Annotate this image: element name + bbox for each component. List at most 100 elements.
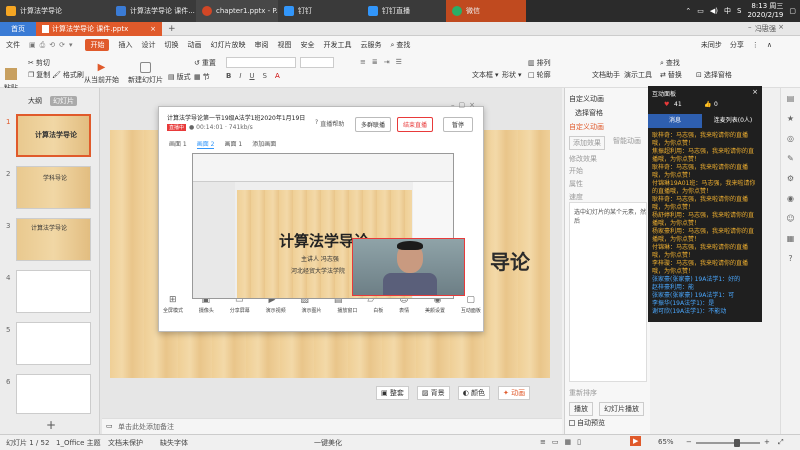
shape-button[interactable]: 形状 ▾ [502,70,522,80]
sorter-view-icon[interactable]: ▦ [565,438,578,446]
from-current-button[interactable]: ▶ 从当前开始 [84,62,119,85]
style-icon[interactable]: ✎ [787,154,794,163]
fit-window-icon[interactable]: ⤢ [778,438,784,447]
smart-animation-button[interactable]: 智能动画 [613,136,641,146]
fullscreen-button[interactable]: 全屏模式 [163,307,183,314]
taskbar-tab-dingtalk-live[interactable]: 钉钉直播 [362,0,446,22]
menu-cloud[interactable]: 云服务 [360,40,381,50]
underline-icon[interactable]: U [249,72,254,80]
font-color-icon[interactable]: A [275,72,280,80]
tab-document[interactable]: 计算法学导论 课件.pptx × [36,21,162,36]
slideshow-play-icon[interactable]: ▶ [630,436,642,446]
outline-button[interactable]: □ 轮廓 [528,70,551,80]
close-icon[interactable]: × [469,101,479,109]
slide-thumbnail-2[interactable]: 学科导论 [16,166,91,209]
strike-icon[interactable]: S [263,72,267,80]
doc-protection[interactable]: 文档未保护 [108,438,143,448]
network-icon[interactable]: ▭ [697,7,704,15]
close-icon[interactable]: × [150,25,156,33]
interaction-panel-button[interactable]: 互动面板 [461,307,481,314]
chevron-up-icon[interactable]: ⌃ [685,7,691,15]
numbering-icon[interactable]: ≣ [372,58,378,66]
pause-button[interactable]: 暂停 [443,117,474,132]
cut-button[interactable]: ✂ 剪切 [28,58,50,68]
menu-animation[interactable]: 动画 [187,40,201,50]
auto-preview-checkbox[interactable]: 自动预览 [569,418,605,428]
font-style-buttons[interactable]: BIU SA [226,72,280,80]
one-click-beautify[interactable]: 一键美化 [314,438,342,448]
more-icon[interactable]: ⋮ [752,41,759,49]
missing-fonts[interactable]: 缺失字体 [160,438,188,448]
settings-icon[interactable]: ⚙ [787,174,794,183]
normal-view-icon[interactable]: ▭ [552,438,565,446]
add-screen-button[interactable]: 添加画面 [252,139,276,149]
reset-button[interactable]: ↺ 重置 [194,58,216,68]
animation-icon[interactable]: ★ [787,114,794,123]
camera-button[interactable]: 摄像头 [199,307,214,314]
slide-thumbnail-6[interactable] [16,374,91,414]
tab-outline[interactable]: 大纲 [28,96,42,106]
select-pane-link[interactable]: 选择窗格 [575,108,603,118]
animation-tool[interactable]: ✦ 动画 [498,386,531,400]
tab-messages[interactable]: 消息 [648,114,702,128]
font-name-input[interactable] [226,57,296,68]
beautify-tool[interactable]: ▣ 整套 [376,386,409,400]
help-button[interactable]: ? 直播帮助 [315,119,344,128]
sync-status[interactable]: 未同步 [701,40,722,50]
tab-mic-list[interactable]: 连麦列表(0人) [704,114,762,128]
share-screen-button[interactable]: 分享屏幕 [230,307,250,314]
new-tab-button[interactable]: + [168,24,176,34]
user-icon[interactable]: ☺ [786,214,794,223]
paragraph-buttons[interactable]: ≡ ≣ ⇥ ☰ [360,58,402,66]
collapse-icon[interactable]: ∧ [767,41,772,49]
zoom-slider-thumb[interactable] [734,439,740,447]
tab-screen-3[interactable]: 画面 1 [224,139,242,149]
taskbar-tab-wechat[interactable]: 微信 [446,0,526,22]
zoom-out-button[interactable]: − [686,438,692,446]
taskbar-tab-notes[interactable]: 计算法学导论 [0,0,110,22]
tab-home[interactable]: 首页 [0,21,36,36]
bullet-icon[interactable]: ≡ [360,58,366,66]
zoom-slider[interactable] [696,439,760,447]
color-tool[interactable]: ◐ 颜色 [457,386,491,400]
minimize-icon[interactable]: – [451,101,459,109]
bold-icon[interactable]: B [226,72,231,80]
menu-slideshow[interactable]: 幻灯片放映 [210,40,245,50]
indent-icon[interactable]: ⇥ [384,58,390,66]
taskbar-tab-wps[interactable]: 计算法学导论 课件... [110,0,196,22]
menu-review[interactable]: 审阅 [254,40,268,50]
close-icon[interactable]: × [752,88,758,96]
ime-icon[interactable]: S [737,7,741,15]
layout-button[interactable]: ▤ 版式 [168,72,191,82]
new-slide-button[interactable]: 新建幻灯片 [128,62,163,85]
notes-view-icon[interactable]: ≡ [540,438,552,446]
play-button[interactable]: 播放 [569,402,593,416]
add-slide-button[interactable]: + [46,418,56,432]
menu-insert[interactable]: 插入 [118,40,132,50]
help-icon[interactable]: ? [788,254,792,263]
tab-screen-2[interactable]: 画面 2 [196,139,215,149]
menu-design[interactable]: 设计 [141,40,155,50]
present-image-button[interactable]: 演示图片 [302,307,322,314]
taskbar-tab-ppt[interactable]: chapter1.pptx - P... [196,0,278,22]
tab-screen-1[interactable]: 画面 1 [169,139,187,149]
add-effect-button[interactable]: 添加效果 [569,136,605,150]
maximize-icon[interactable]: ▢ [459,101,470,109]
chart-icon[interactable]: ▦ [787,234,795,243]
webcam-overlay[interactable] [352,238,465,296]
menu-view[interactable]: 视图 [277,40,291,50]
slide-thumbnail-5[interactable] [16,322,91,365]
input-language[interactable]: 中 [724,6,731,16]
shape-icon[interactable]: ◎ [787,134,794,143]
user-name[interactable]: 冯志强 [755,24,776,34]
beauty-settings-button[interactable]: 美颜设置 [425,307,445,314]
notification-icon[interactable]: ▢ [789,7,796,15]
notes-area[interactable]: ▭ 单击此处添加备注 [102,418,562,434]
pane-icon[interactable]: ▤ [787,94,795,103]
tab-slides[interactable]: 幻灯片 [50,96,77,106]
close-window-icon[interactable]: × [778,23,794,31]
presenter-button[interactable]: 演示工具 [624,70,652,80]
menu-security[interactable]: 安全 [300,40,314,50]
align-icon[interactable]: ☰ [396,58,402,66]
textbox-button[interactable]: 文本框 ▾ [472,70,499,80]
